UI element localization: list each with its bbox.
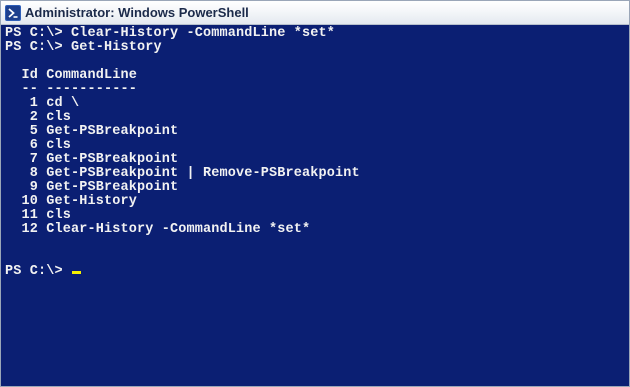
text-cursor	[72, 271, 82, 274]
history-row: 8 Get-PSBreakpoint | Remove-PSBreakpoint	[5, 166, 360, 181]
history-row: 11 cls	[5, 208, 72, 223]
powershell-window: Administrator: Windows PowerShell PS C:\…	[0, 0, 630, 387]
history-row: 9 Get-PSBreakpoint	[5, 180, 179, 195]
console-line: PS C:\> Get-History	[5, 40, 162, 55]
prompt-line[interactable]: PS C:\>	[5, 264, 82, 279]
history-table-header: Id CommandLine	[5, 68, 138, 83]
powershell-icon	[5, 5, 21, 21]
history-row: 6 cls	[5, 138, 72, 153]
history-row: 12 Clear-History -CommandLine *set*	[5, 222, 311, 237]
history-row: 7 Get-PSBreakpoint	[5, 152, 179, 167]
history-row: 10 Get-History	[5, 194, 138, 209]
title-bar[interactable]: Administrator: Windows PowerShell	[1, 1, 629, 25]
history-table-divider: -- -----------	[5, 82, 138, 97]
console-line: PS C:\> Clear-History -CommandLine *set*	[5, 26, 336, 41]
history-row: 1 cd \	[5, 96, 80, 111]
prompt-text: PS C:\>	[5, 264, 72, 279]
history-row: 5 Get-PSBreakpoint	[5, 124, 179, 139]
window-title: Administrator: Windows PowerShell	[25, 5, 249, 20]
console-output[interactable]: PS C:\> Clear-History -CommandLine *set*…	[1, 26, 629, 386]
history-row: 2 cls	[5, 110, 72, 125]
